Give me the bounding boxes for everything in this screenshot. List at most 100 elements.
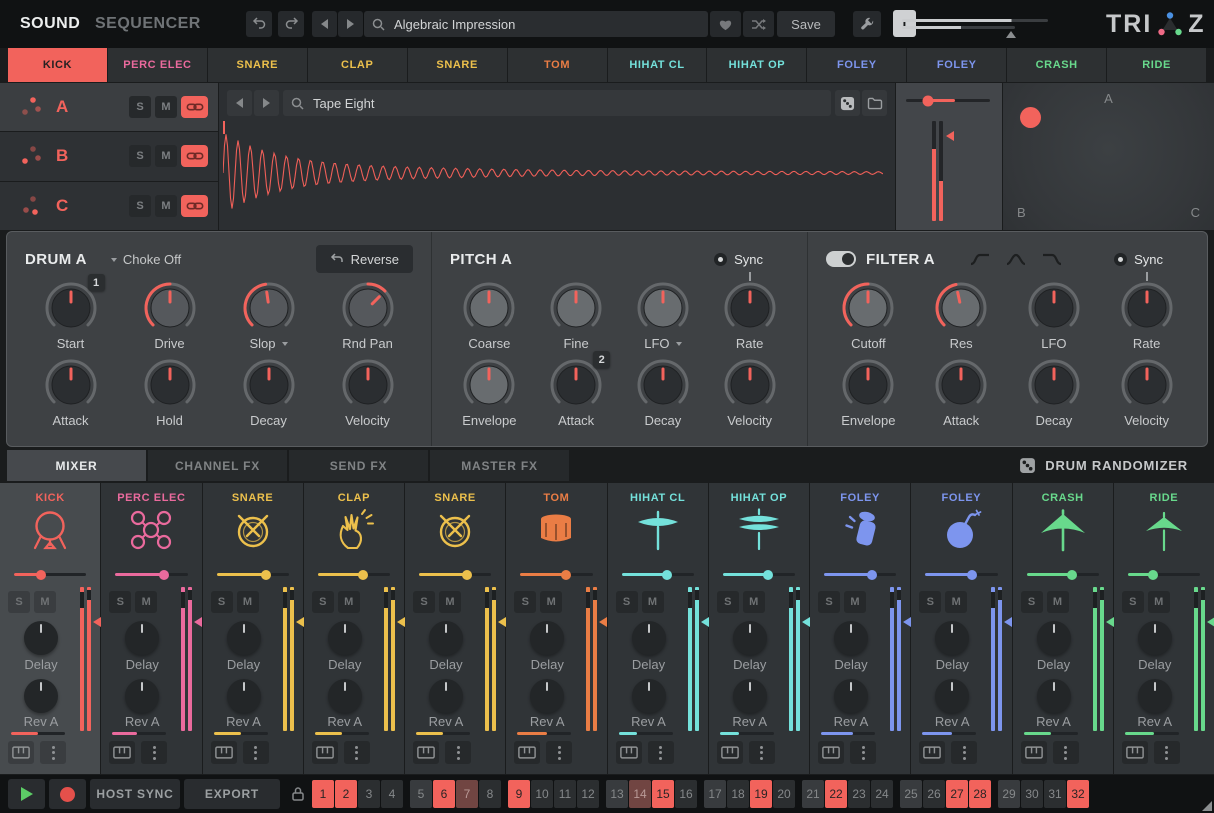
delay-send-knob[interactable]	[328, 621, 362, 655]
reverb-send-knob[interactable]	[530, 679, 564, 713]
mixer-channel-strip[interactable]: CRASH S M Delay Rev A	[1013, 483, 1113, 774]
knob-dial[interactable]	[635, 357, 691, 413]
channel-menu-button[interactable]	[850, 741, 876, 764]
mixer-channel-strip[interactable]: CLAP S M Delay Rev A	[304, 483, 404, 774]
delay-send-knob[interactable]	[632, 621, 666, 655]
drum-pad[interactable]: KICK	[8, 48, 107, 82]
drum-pad[interactable]: FOLEY	[907, 48, 1006, 82]
fx-tab[interactable]: CHANNEL FX	[148, 450, 287, 481]
sequencer-step[interactable]: 22	[825, 780, 847, 808]
output-level-slider[interactable]	[902, 17, 1050, 33]
pan-slider[interactable]	[622, 573, 694, 576]
mixer-channel-strip[interactable]: HIHAT CL S M Delay Rev A	[608, 483, 708, 774]
meter-peak-marker[interactable]	[397, 617, 405, 627]
knob[interactable]: Cutoff	[830, 280, 906, 351]
layer-mute-button[interactable]: M	[155, 195, 177, 217]
sequencer-step[interactable]: 6	[433, 780, 455, 808]
send-level-bar[interactable]	[214, 732, 268, 735]
layer-solo-button[interactable]: S	[129, 195, 151, 217]
pan-handle[interactable]	[159, 570, 169, 580]
pan-slider[interactable]	[925, 573, 997, 576]
reverb-send-knob[interactable]	[1037, 679, 1071, 713]
pan-slider[interactable]	[217, 573, 289, 576]
pan-slider[interactable]	[14, 573, 86, 576]
sequencer-step[interactable]: 25	[900, 780, 922, 808]
sequencer-step[interactable]: 20	[773, 780, 795, 808]
knob-dial[interactable]	[241, 357, 297, 413]
knob[interactable]: Drive	[132, 280, 208, 351]
delay-send-knob[interactable]	[834, 621, 868, 655]
settings-button[interactable]	[853, 11, 881, 37]
knob[interactable]: Velocity	[712, 357, 788, 428]
knob-dial[interactable]	[1119, 280, 1175, 336]
mixer-channel-strip[interactable]: FOLEY S M Delay Rev A	[911, 483, 1011, 774]
knob[interactable]: Decay	[1016, 357, 1092, 428]
mute-button[interactable]: M	[439, 591, 461, 613]
channel-menu-button[interactable]	[344, 741, 370, 764]
sequencer-step[interactable]: 8	[479, 780, 501, 808]
sequencer-step[interactable]: 27	[946, 780, 968, 808]
slider-handle[interactable]	[922, 95, 933, 106]
drum-randomizer-button[interactable]: DRUM RANDOMIZER	[1019, 449, 1188, 482]
shuffle-button[interactable]	[743, 11, 774, 37]
sequencer-step[interactable]: 30	[1021, 780, 1043, 808]
bandpass-curve-icon[interactable]	[1005, 252, 1027, 266]
knob-dial[interactable]	[340, 357, 396, 413]
sequencer-step[interactable]: 2	[335, 780, 357, 808]
mute-button[interactable]: M	[642, 591, 664, 613]
sequencer-step[interactable]: 7	[456, 780, 478, 808]
sequencer-step[interactable]: 29	[998, 780, 1020, 808]
solo-button[interactable]: S	[8, 591, 30, 613]
knob[interactable]: 2 Attack	[538, 357, 614, 428]
channel-menu-button[interactable]	[40, 741, 66, 764]
solo-button[interactable]: S	[312, 591, 334, 613]
sequencer-step[interactable]: 13	[606, 780, 628, 808]
knob-dial[interactable]	[461, 280, 517, 336]
sequencer-step[interactable]: 11	[554, 780, 576, 808]
solo-button[interactable]: S	[818, 591, 840, 613]
meter-peak-marker[interactable]	[296, 617, 304, 627]
mute-button[interactable]: M	[540, 591, 562, 613]
send-level-bar[interactable]	[821, 732, 875, 735]
knob[interactable]: Attack	[923, 357, 999, 428]
solo-button[interactable]: S	[1021, 591, 1043, 613]
meter-peak-marker[interactable]	[802, 617, 810, 627]
pan-handle[interactable]	[561, 570, 571, 580]
pan-handle[interactable]	[261, 570, 271, 580]
favorite-button[interactable]	[710, 11, 741, 37]
pan-slider[interactable]	[1027, 573, 1099, 576]
reverb-send-knob[interactable]	[733, 679, 767, 713]
channel-menu-button[interactable]	[951, 741, 977, 764]
solo-button[interactable]: S	[717, 591, 739, 613]
channel-menu-button[interactable]	[445, 741, 471, 764]
delay-send-knob[interactable]	[125, 621, 159, 655]
knob[interactable]: Fine	[538, 280, 614, 351]
mixer-channel-strip[interactable]: SNARE S M Delay Rev A	[405, 483, 505, 774]
drum-pad[interactable]: CRASH	[1007, 48, 1106, 82]
knob[interactable]: Velocity	[330, 357, 406, 428]
knob[interactable]: LFO	[625, 280, 701, 351]
record-button[interactable]	[49, 779, 86, 809]
preset-prev-button[interactable]	[312, 11, 337, 37]
layer-row[interactable]: C S M	[0, 182, 218, 230]
send-level-bar[interactable]	[1125, 732, 1179, 735]
drum-pad[interactable]: RIDE	[1107, 48, 1206, 82]
fx-tab[interactable]: MIXER	[7, 450, 146, 481]
pan-slider[interactable]	[318, 573, 390, 576]
knob-dial[interactable]	[722, 357, 778, 413]
knob[interactable]: Rnd Pan	[330, 280, 406, 351]
mute-button[interactable]: M	[34, 591, 56, 613]
send-level-bar[interactable]	[112, 732, 166, 735]
send-level-bar[interactable]	[922, 732, 976, 735]
knob-dial[interactable]	[840, 357, 896, 413]
sequencer-step[interactable]: 5	[410, 780, 432, 808]
drum-pad[interactable]: SNARE	[408, 48, 507, 82]
meter-peak-marker[interactable]	[93, 617, 101, 627]
reverb-send-knob[interactable]	[834, 679, 868, 713]
mixer-channel-strip[interactable]: SNARE S M Delay Rev A	[203, 483, 303, 774]
knob-dial[interactable]	[1026, 280, 1082, 336]
send-level-bar[interactable]	[1024, 732, 1078, 735]
mute-button[interactable]: M	[743, 591, 765, 613]
keyboard-mode-button[interactable]	[1021, 741, 1047, 764]
sequencer-step[interactable]: 32	[1067, 780, 1089, 808]
